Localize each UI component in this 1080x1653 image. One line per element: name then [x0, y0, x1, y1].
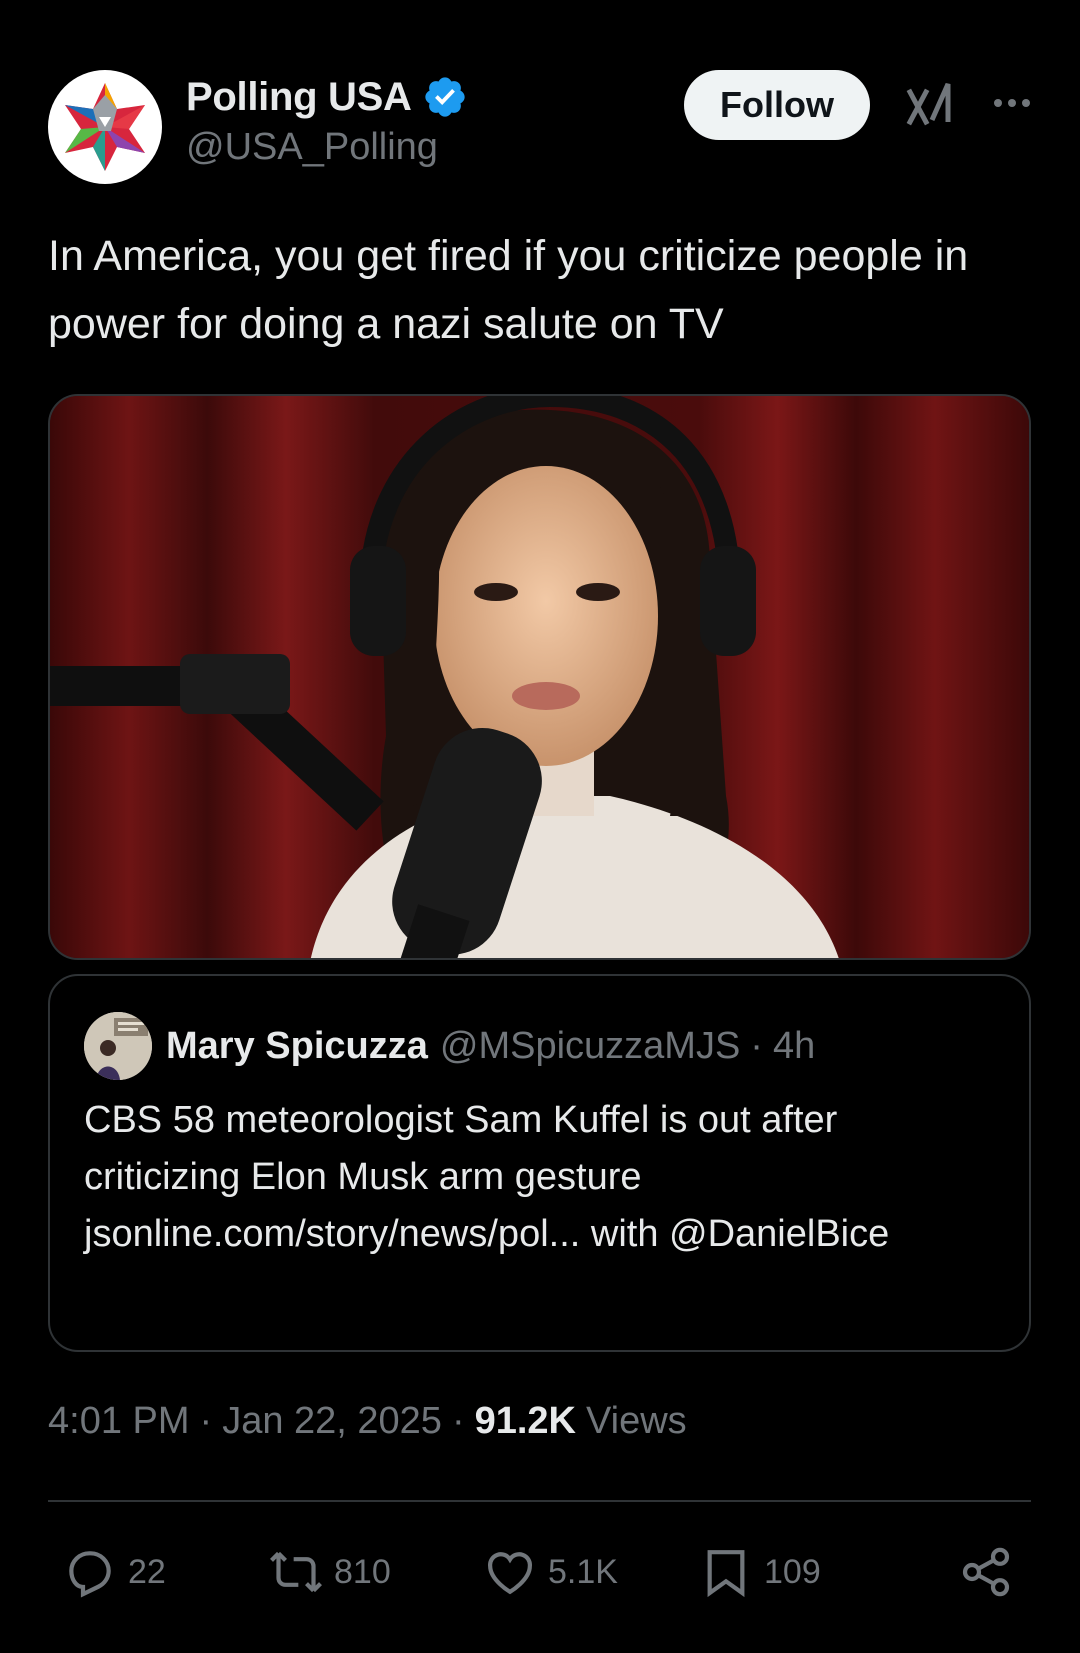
tweet-date[interactable]: Jan 22, 2025	[222, 1400, 442, 1443]
bookmark-button[interactable]: 109	[698, 1540, 821, 1604]
author-avatar[interactable]	[48, 70, 162, 184]
author-handle[interactable]: @USA_Polling	[186, 126, 468, 169]
heart-icon	[488, 1552, 532, 1595]
media-image	[50, 396, 1029, 958]
follow-button[interactable]: Follow	[684, 70, 870, 140]
views-count: 91.2K	[474, 1400, 576, 1442]
more-options-icon[interactable]	[984, 88, 1040, 118]
quote-avatar-image	[84, 1012, 152, 1080]
quote-text: CBS 58 meteorologist Sam Kuffel is out a…	[84, 1099, 890, 1255]
views-label: Views	[586, 1400, 687, 1442]
quote-author-avatar[interactable]	[84, 1012, 152, 1080]
repost-icon	[270, 1551, 322, 1593]
reply-count: 22	[128, 1552, 166, 1591]
bookmark-icon	[707, 1550, 745, 1598]
action-bar: 22 810 5.1K 109	[62, 1540, 1022, 1604]
reply-icon	[69, 1551, 111, 1598]
like-button[interactable]: 5.1K	[482, 1540, 618, 1604]
quote-author-name[interactable]: Mary Spicuzza	[166, 1025, 428, 1068]
quote-tweet[interactable]: Mary Spicuzza @MSpicuzzaMJS · 4h CBS 58 …	[48, 974, 1031, 1352]
author-display-name[interactable]: Polling USA	[186, 75, 412, 120]
like-count: 5.1K	[548, 1552, 618, 1591]
share-icon	[962, 1547, 1010, 1597]
reply-button[interactable]: 22	[62, 1540, 166, 1604]
tweet-time[interactable]: 4:01 PM	[48, 1400, 190, 1443]
tweet-meta: 4:01 PM · Jan 22, 2025 · 91.2K Views	[48, 1400, 687, 1443]
tweet-media[interactable]	[48, 394, 1031, 960]
quote-header: Mary Spicuzza @MSpicuzzaMJS · 4h	[84, 1010, 815, 1082]
repost-button[interactable]: 810	[268, 1540, 391, 1604]
share-button[interactable]	[958, 1540, 1014, 1604]
divider	[48, 1500, 1031, 1502]
quote-author-handle[interactable]: @MSpicuzzaMJS	[440, 1025, 740, 1068]
meta-separator: ·	[199, 1400, 213, 1442]
quote-timestamp[interactable]: 4h	[773, 1025, 815, 1068]
bookmark-count: 109	[764, 1552, 821, 1591]
grok-icon[interactable]	[906, 78, 952, 130]
repost-count: 810	[334, 1552, 391, 1591]
tweet-header: Polling USA @USA_Polling Follow	[48, 70, 1038, 186]
author-info: Polling USA @USA_Polling	[186, 74, 468, 169]
tweet-text: In America, you get fired if you critici…	[48, 232, 969, 348]
quote-separator: ·	[750, 1024, 763, 1067]
verified-badge-icon[interactable]	[422, 74, 468, 120]
star-logo-icon	[53, 75, 157, 179]
meta-separator: ·	[451, 1400, 465, 1442]
